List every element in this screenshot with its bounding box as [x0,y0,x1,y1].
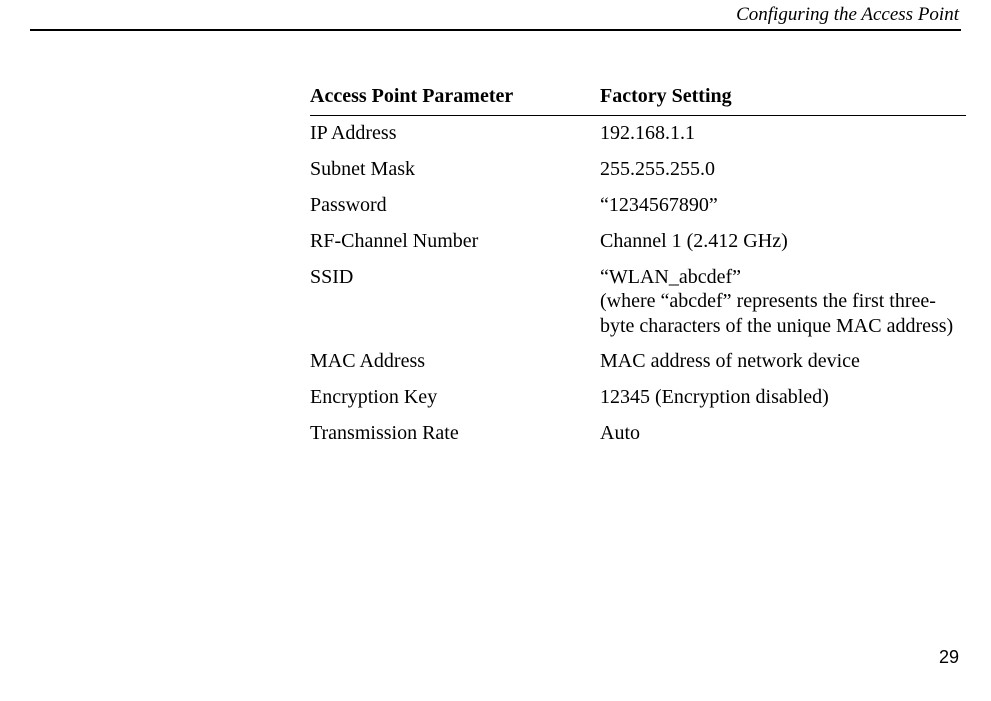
cell-setting: 192.168.1.1 [600,121,966,146]
content-area: Access Point Parameter Factory Setting I… [310,84,966,452]
table-row: SSID “WLAN_abcdef”(where “abcdef” repres… [310,260,966,344]
header-rule [30,29,961,31]
cell-setting: MAC address of network device [600,349,966,374]
table-row: IP Address 192.168.1.1 [310,116,966,152]
cell-setting: “WLAN_abcdef”(where “abcdef” represents … [600,265,966,338]
column-header-parameter: Access Point Parameter [310,84,600,109]
cell-setting: 12345 (Encryption disabled) [600,385,966,410]
page-number: 29 [939,647,959,668]
cell-setting: 255.255.255.0 [600,157,966,182]
cell-setting: Channel 1 (2.412 GHz) [600,229,966,254]
cell-parameter: Transmission Rate [310,421,600,446]
cell-parameter: RF-Channel Number [310,229,600,254]
cell-parameter: Password [310,193,600,218]
table-header-row: Access Point Parameter Factory Setting [310,84,966,116]
table-row: MAC Address MAC address of network devic… [310,344,966,380]
cell-parameter: IP Address [310,121,600,146]
running-head: Configuring the Access Point [30,0,961,26]
cell-parameter: Encryption Key [310,385,600,410]
cell-parameter: Subnet Mask [310,157,600,182]
table-row: Subnet Mask 255.255.255.0 [310,152,966,188]
table-row: Transmission Rate Auto [310,416,966,452]
page: Configuring the Access Point Access Poin… [0,0,991,701]
table-row: Encryption Key 12345 (Encryption disable… [310,380,966,416]
cell-setting: Auto [600,421,966,446]
cell-parameter: MAC Address [310,349,600,374]
table-row: RF-Channel Number Channel 1 (2.412 GHz) [310,224,966,260]
cell-parameter: SSID [310,265,600,338]
factory-settings-table: Access Point Parameter Factory Setting I… [310,84,966,452]
column-header-setting: Factory Setting [600,84,966,109]
cell-setting: “1234567890” [600,193,966,218]
table-row: Password “1234567890” [310,188,966,224]
